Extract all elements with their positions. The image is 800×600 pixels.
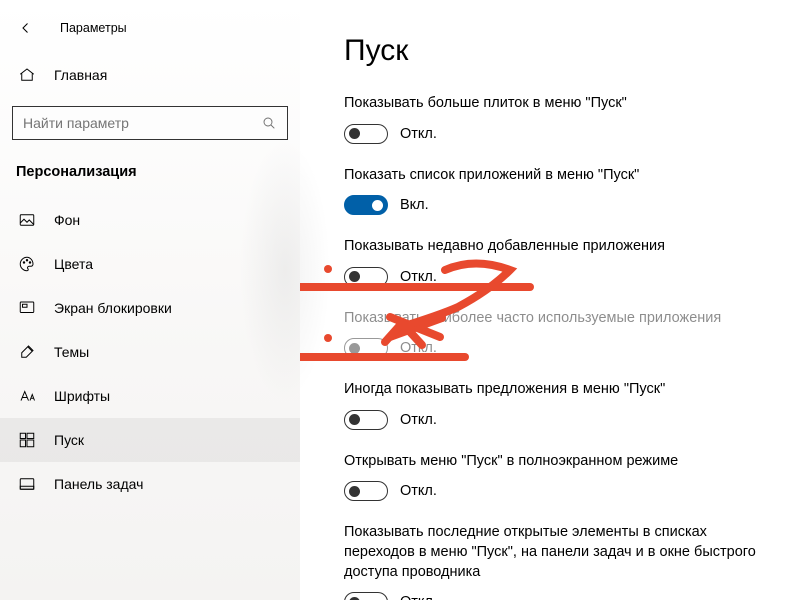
sidebar-item-themes[interactable]: Темы [0,330,300,374]
sidebar-item-start[interactable]: Пуск [0,418,300,462]
arrow-left-icon [17,19,35,37]
sidebar-item-lockscreen[interactable]: Экран блокировки [0,286,300,330]
setting-label: Показывать недавно добавленные приложени… [344,237,776,257]
setting-most-used: Показывать наиболее часто используемые п… [344,309,776,359]
sidebar-item-fonts[interactable]: Шрифты [0,374,300,418]
sidebar-item-label: Цвета [54,256,93,272]
toggle-status: Откл. [400,594,437,600]
toggle-app-list[interactable] [344,195,388,215]
toggle-status: Откл. [400,269,437,285]
home-icon [18,66,36,84]
setting-more-tiles: Показывать больше плиток в меню "Пуск" О… [344,94,776,144]
toggle-status: Откл. [400,126,437,142]
toggle-more-tiles[interactable] [344,124,388,144]
toggle-jumplists[interactable] [344,592,388,600]
sidebar-item-label: Экран блокировки [54,300,172,316]
setting-label: Показывать больше плиток в меню "Пуск" [344,94,776,114]
setting-fullscreen: Открывать меню "Пуск" в полноэкранном ре… [344,452,776,502]
setting-app-list: Показать список приложений в меню "Пуск"… [344,166,776,216]
setting-label: Иногда показывать предложения в меню "Пу… [344,380,776,400]
sidebar-item-background[interactable]: Фон [0,198,300,242]
toggle-status: Откл. [400,483,437,499]
brush-icon [18,343,36,361]
sidebar-item-label: Панель задач [54,476,143,492]
toggle-fullscreen[interactable] [344,481,388,501]
sidebar: Параметры Главная Персонализация Фон [0,0,300,600]
section-heading: Персонализация [0,162,300,198]
setting-suggestions: Иногда показывать предложения в меню "Пу… [344,380,776,430]
taskbar-icon [18,475,36,493]
setting-recent-apps: Показывать недавно добавленные приложени… [344,237,776,287]
toggle-status: Вкл. [400,197,429,213]
toggle-suggestions[interactable] [344,410,388,430]
image-icon [18,211,36,229]
home-link[interactable]: Главная [0,56,300,94]
window-title: Параметры [60,21,127,35]
font-icon [18,387,36,405]
setting-label: Показывать наиболее часто используемые п… [344,309,776,329]
toggle-most-used [344,338,388,358]
toggle-status: Откл. [400,412,437,428]
home-label: Главная [54,67,107,83]
sidebar-item-label: Шрифты [54,388,110,404]
page-title: Пуск [344,34,776,68]
palette-icon [18,255,36,273]
toggle-recent-apps[interactable] [344,267,388,287]
sidebar-item-label: Фон [54,212,80,228]
main-content: Пуск Показывать больше плиток в меню "Пу… [300,0,800,600]
toggle-status: Откл. [400,340,437,356]
search-input[interactable] [23,115,261,131]
setting-jumplists: Показывать последние открытые элементы в… [344,523,776,600]
search-box[interactable] [12,106,288,140]
sidebar-item-colors[interactable]: Цвета [0,242,300,286]
sidebar-item-taskbar[interactable]: Панель задач [0,462,300,506]
setting-label: Показать список приложений в меню "Пуск" [344,166,776,186]
lockscreen-icon [18,299,36,317]
titlebar: Параметры [0,10,300,56]
sidebar-item-label: Пуск [54,432,84,448]
start-icon [18,431,36,449]
setting-label: Открывать меню "Пуск" в полноэкранном ре… [344,452,776,472]
setting-label: Показывать последние открытые элементы в… [344,523,776,582]
search-icon [261,115,277,131]
back-button[interactable] [16,18,36,38]
sidebar-item-label: Темы [54,344,89,360]
